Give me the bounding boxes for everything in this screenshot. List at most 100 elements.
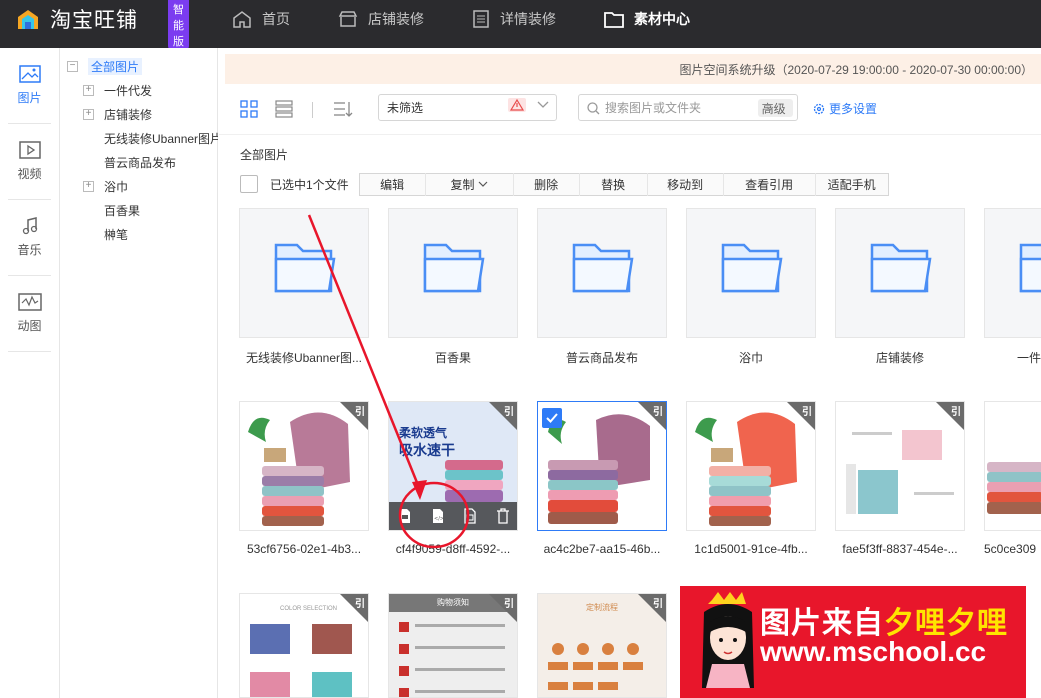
image-card[interactable]: 引 ac4c2be7-aa15-46b... (537, 401, 667, 556)
collapse-icon[interactable]: − (67, 60, 78, 72)
folder-card[interactable]: 百香果 (388, 208, 518, 366)
tree-item-label[interactable]: 百香果 (104, 202, 140, 219)
tree-item[interactable]: + 浴巾 (83, 176, 128, 196)
nav-detail-decoration[interactable]: 详情装修 (472, 0, 556, 38)
media-tab-gif[interactable]: 动图 (8, 276, 51, 352)
expand-icon[interactable]: + (83, 108, 94, 120)
folder-icon (274, 243, 336, 293)
image-thumb[interactable]: 引 (686, 401, 816, 531)
copy-button[interactable]: 复制 (426, 172, 514, 196)
replace-button[interactable]: 替换 (580, 172, 648, 196)
image-thumb[interactable]: 柔软透气 吸水速干 引 </> (388, 401, 518, 531)
copy-link-icon[interactable] (398, 508, 412, 524)
search-input[interactable]: 搜索图片或文件夹 高级 (578, 94, 798, 121)
delete-button[interactable]: 删除 (514, 172, 580, 196)
folder-thumb[interactable] (537, 208, 667, 338)
towel-product-image (987, 462, 1041, 514)
image-thumb[interactable]: 引 (984, 401, 1041, 531)
folder-name: 普云商品发布 (565, 351, 638, 365)
image-card[interactable]: 定制流程 引 (537, 593, 667, 698)
image-card[interactable]: 柔软透气 吸水速干 引 </> cf4f9059-d8ff-4592-... (388, 401, 518, 556)
image-thumb[interactable]: 引 (537, 401, 667, 531)
image-card[interactable]: 引 1c1d5001-91ce-4fb... (686, 401, 816, 556)
tree-item[interactable]: 百香果 (104, 200, 140, 220)
toolbar: 未筛选 搜索图片或文件夹 高级 更多设置 (219, 94, 1041, 130)
select-all-checkbox[interactable] (240, 175, 258, 193)
nav-shop-decoration[interactable]: 店铺装修 (338, 0, 424, 38)
move-to-button[interactable]: 移动到 (648, 172, 724, 196)
folder-icon (721, 243, 783, 293)
tree-item-label[interactable]: 店铺装修 (104, 106, 152, 123)
tree-item[interactable]: + 一件代发 (83, 80, 152, 100)
tree-item-label[interactable]: 普云商品发布 (104, 154, 176, 171)
trash-icon[interactable] (496, 508, 510, 524)
image-card[interactable]: COLOR SELECTION 引 (239, 593, 369, 698)
tree-item-label[interactable]: 无线装修Ubanner图片 (104, 130, 218, 147)
media-tab-video[interactable]: 视频 (8, 124, 51, 200)
folder-icon (572, 243, 634, 293)
folder-thumb[interactable] (686, 208, 816, 338)
media-tab-music[interactable]: 音乐 (8, 200, 51, 276)
edit-button[interactable]: 编辑 (360, 172, 426, 196)
folder-icon (423, 243, 485, 293)
image-thumb[interactable]: 引 (835, 401, 965, 531)
folder-thumb[interactable] (984, 208, 1041, 338)
image-icon (18, 65, 41, 83)
mobile-adapt-button[interactable]: 适配手机 (816, 173, 888, 196)
media-tab-image[interactable]: 图片 (8, 48, 51, 124)
shop-icon (338, 11, 358, 27)
nav-material-label: 素材中心 (634, 11, 690, 27)
edit-image-icon[interactable] (463, 508, 477, 524)
folder-icon (870, 243, 932, 293)
list-view-icon[interactable] (275, 100, 293, 118)
tree-item[interactable]: 榊笔 (104, 224, 128, 244)
image-card[interactable]: 购物须知 引 (388, 593, 518, 698)
copy-code-icon[interactable]: </> (431, 508, 445, 524)
image-card[interactable]: 引 fae5f3ff-8837-454e-... (835, 401, 965, 556)
folder-name: 百香果 (434, 351, 471, 365)
folder-thumb[interactable] (388, 208, 518, 338)
expand-icon[interactable]: + (83, 180, 94, 192)
tree-item-label[interactable]: 榊笔 (104, 226, 128, 243)
sort-icon[interactable] (333, 100, 353, 118)
tree-item-label[interactable]: 一件代发 (104, 82, 152, 99)
nav-home-label: 首页 (262, 11, 290, 27)
breadcrumb[interactable]: 全部图片 (240, 146, 288, 163)
banner-text: 购物须知 (437, 598, 469, 607)
folder-card[interactable]: 无线装修Ubanner图... (239, 208, 369, 366)
folder-card[interactable]: 一件 (984, 208, 1041, 366)
folder-thumb[interactable] (835, 208, 965, 338)
app-logo[interactable]: 淘宝旺铺 智能版 (16, 0, 189, 50)
tree-item[interactable]: 无线装修Ubanner图片 (104, 128, 218, 148)
tree-item-label[interactable]: 浴巾 (104, 178, 128, 195)
search-placeholder: 搜索图片或文件夹 (605, 101, 702, 115)
folder-thumb[interactable] (239, 208, 369, 338)
media-tab-image-label: 图片 (17, 91, 42, 105)
image-thumb[interactable]: COLOR SELECTION 引 (239, 593, 369, 698)
image-thumb[interactable]: 购物须知 引 (388, 593, 518, 698)
nav-material-center[interactable]: 素材中心 (604, 0, 690, 38)
tree-item[interactable]: + 店铺装修 (83, 104, 152, 124)
folder-card[interactable]: 店铺装修 (835, 208, 965, 366)
image-thumb[interactable]: 引 (239, 401, 369, 531)
image-thumb[interactable]: 定制流程 引 (537, 593, 667, 698)
advanced-search-button[interactable]: 高级 (757, 99, 793, 117)
image-name: 53cf6756-02e1-4b3... (246, 542, 362, 556)
selected-check-icon[interactable] (542, 408, 562, 428)
nav-home[interactable]: 首页 (232, 0, 290, 38)
reference-badge-label: 引 (504, 407, 514, 418)
tree-root-label[interactable]: 全部图片 (88, 57, 143, 75)
folder-card[interactable]: 普云商品发布 (537, 208, 667, 366)
more-settings-link[interactable]: 更多设置 (813, 100, 877, 117)
filter-select[interactable]: 未筛选 (378, 94, 557, 121)
tree-root[interactable]: − 全部图片 (67, 56, 143, 76)
expand-icon[interactable]: + (83, 84, 94, 96)
grid-view-icon[interactable] (240, 100, 258, 118)
view-references-button[interactable]: 查看引用 (724, 172, 816, 196)
action-group: 编辑 复制 删除 替换 移动到 查看引用 适配手机 (358, 172, 889, 196)
tree-item[interactable]: 普云商品发布 (104, 152, 176, 172)
image-card[interactable]: 引 5c0ce309 (984, 401, 1041, 556)
nav-detail-label: 详情装修 (500, 11, 556, 27)
image-card[interactable]: 引 53cf6756-02e1-4b3... (239, 401, 369, 556)
folder-card[interactable]: 浴巾 (686, 208, 816, 366)
